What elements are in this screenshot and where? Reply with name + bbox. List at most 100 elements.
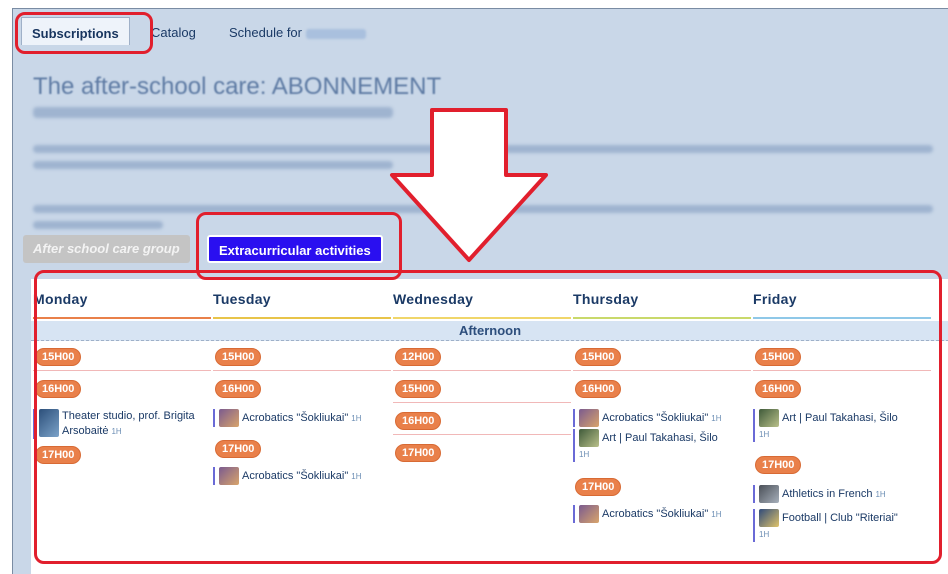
time-slot: 16H00	[753, 377, 931, 403]
intro-section: The after-school care: ABONNEMENT	[13, 45, 948, 245]
day-rule	[753, 317, 931, 319]
activity-item[interactable]: Acrobatics "Šokliukai" 1H	[573, 409, 753, 427]
tab-schedule[interactable]: Schedule for	[219, 17, 376, 45]
activity-item[interactable]: Acrobatics "Šokliukai" 1H	[213, 409, 393, 427]
time-slot: 15H00	[573, 345, 751, 371]
day-heading: Friday	[753, 291, 797, 307]
activity-title: Art | Paul Takahasi, Šilo	[602, 431, 718, 444]
activity-duration: 1H	[351, 413, 362, 423]
activity-duration: 1H	[875, 489, 886, 499]
day-rule	[393, 317, 571, 319]
time-badge: 17H00	[215, 440, 262, 458]
day-heading: Monday	[33, 291, 88, 307]
activity-duration: 1H	[759, 430, 770, 439]
day-heading: Tuesday	[213, 291, 271, 307]
activity-duration: 1H	[711, 413, 722, 423]
activity-duration: 1H	[579, 450, 590, 459]
activity-thumbnail-icon	[579, 505, 599, 523]
activity-title: Art | Paul Takahasi, Šilo	[782, 411, 898, 424]
activity-thumbnail-icon	[759, 485, 779, 503]
time-badge: 15H00	[755, 348, 802, 366]
day-rule	[33, 317, 211, 319]
time-slot: 16H00	[573, 377, 751, 403]
time-badge: 12H00	[395, 348, 442, 366]
activity-duration: 1H	[759, 530, 770, 539]
redacted-name	[306, 28, 366, 39]
time-slot: 16H00	[213, 377, 391, 403]
time-slot: 15H00	[393, 377, 571, 403]
redacted-text-line	[33, 161, 393, 169]
day-heading: Wednesday	[393, 291, 474, 307]
time-badge: 17H00	[575, 478, 622, 496]
activity-duration: 1H	[351, 471, 362, 481]
activity-thumbnail-icon	[579, 409, 599, 427]
tab-catalog[interactable]: Catalog	[141, 17, 206, 45]
activity-thumbnail-icon	[39, 409, 59, 437]
activity-duration: 1H	[711, 509, 722, 519]
activity-title: Acrobatics "Šokliukai"	[602, 411, 709, 424]
page-title: The after-school care: ABONNEMENT	[33, 73, 442, 100]
time-slot: 15H00	[213, 345, 391, 371]
activity-item[interactable]: Art | Paul Takahasi, Šilo 1H	[753, 409, 929, 442]
time-slot: 17H00	[753, 453, 931, 479]
time-slot: 17H00	[573, 475, 751, 501]
time-badge: 16H00	[35, 380, 82, 398]
time-badge: 16H00	[755, 380, 802, 398]
day-rule	[213, 317, 391, 319]
time-slot: 15H00	[753, 345, 931, 371]
redacted-text-line	[33, 205, 933, 213]
day-column-tuesday: Tuesday 15H00 16H00 Acrobatics "Šokliuka…	[213, 279, 393, 574]
activity-item[interactable]: Theater studio, prof. Brigita Arsobaitė 1…	[33, 409, 203, 439]
day-heading: Thursday	[573, 291, 639, 307]
redacted-subtitle	[33, 107, 393, 118]
activity-title: Acrobatics "Šokliukai"	[602, 507, 709, 520]
extracurricular-activities-button[interactable]: Extracurricular activities	[207, 235, 383, 263]
activity-item[interactable]: Athletics in French 1H	[753, 485, 929, 503]
activity-thumbnail-icon	[219, 467, 239, 485]
redacted-text-line	[33, 221, 163, 229]
time-slot: 17H00	[33, 443, 211, 469]
time-badge: 17H00	[755, 456, 802, 474]
day-column-friday: Friday 15H00 16H00 Art | Paul Takahasi, …	[753, 279, 933, 574]
time-badge: 16H00	[575, 380, 622, 398]
time-badge: 17H00	[395, 444, 442, 462]
activity-title: Acrobatics "Šokliukai"	[242, 469, 349, 482]
day-column-wednesday: Wednesday 12H00 15H00 16H00 17H00	[393, 279, 573, 574]
time-slot: 16H00	[393, 409, 571, 435]
activity-thumbnail-icon	[219, 409, 239, 427]
day-rule	[573, 317, 751, 319]
time-slot: 12H00	[393, 345, 571, 371]
time-badge: 15H00	[575, 348, 622, 366]
activity-title: Football | Club "Riteriai"	[782, 511, 898, 524]
tab-schedule-label: Schedule for	[229, 25, 302, 40]
time-slot: 15H00	[33, 345, 211, 371]
tab-bar: Subscriptions Catalog Schedule for	[13, 9, 948, 45]
activity-thumbnail-icon	[759, 409, 779, 427]
time-badge: 16H00	[215, 380, 262, 398]
redacted-text-line	[33, 145, 933, 153]
activity-item[interactable]: Football | Club "Riteriai" 1H	[753, 509, 929, 542]
activity-item[interactable]: Art | Paul Takahasi, Šilo 1H	[573, 429, 753, 462]
after-school-care-group-button[interactable]: After school care group	[23, 235, 190, 263]
time-slot: 17H00	[213, 437, 391, 463]
time-badge: 15H00	[395, 380, 442, 398]
time-slot: 17H00	[393, 441, 571, 467]
app-frame: Subscriptions Catalog Schedule for The a…	[12, 8, 948, 574]
time-slot: 16H00	[33, 377, 211, 403]
time-badge: 15H00	[215, 348, 262, 366]
day-column-thursday: Thursday 15H00 16H00 Acrobatics "Šokliuk…	[573, 279, 753, 574]
activity-title: Acrobatics "Šokliukai"	[242, 411, 349, 424]
time-badge: 15H00	[35, 348, 82, 366]
time-badge: 16H00	[395, 412, 442, 430]
activity-item[interactable]: Acrobatics "Šokliukai" 1H	[573, 505, 753, 523]
activity-title: Theater studio, prof. Brigita Arsobaitė	[62, 410, 195, 437]
activity-title: Athletics in French	[782, 487, 873, 500]
weekly-schedule: Afternoon Monday 15H00 16H00 Theater stu…	[31, 279, 948, 574]
day-column-monday: Monday 15H00 16H00 Theater studio, prof.…	[33, 279, 213, 574]
activity-item[interactable]: Acrobatics "Šokliukai" 1H	[213, 467, 393, 485]
activity-duration: 1H	[111, 427, 122, 436]
activity-thumbnail-icon	[759, 509, 779, 527]
tab-subscriptions[interactable]: Subscriptions	[21, 17, 130, 45]
time-badge: 17H00	[35, 446, 82, 464]
activity-thumbnail-icon	[579, 429, 599, 447]
